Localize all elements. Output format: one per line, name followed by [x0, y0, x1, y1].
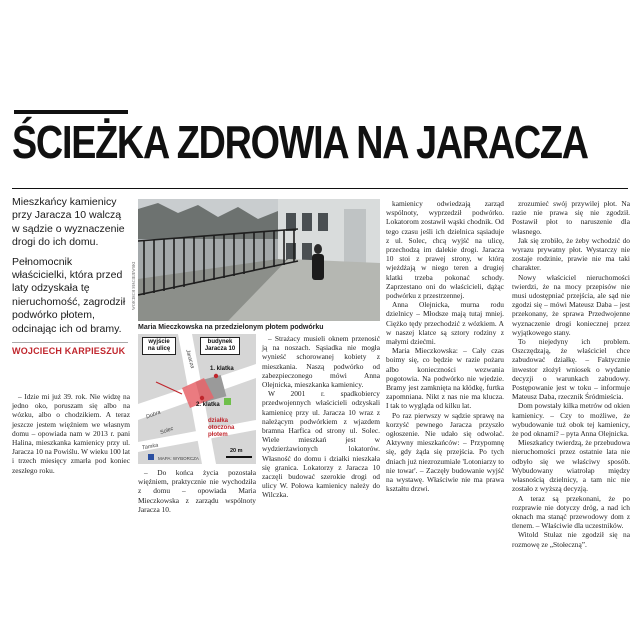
lead-paragraph-2: Pełnomocnik właścicielki, która przed la… — [12, 255, 126, 335]
photo-caption: Maria Mieczkowska na przedzielonym płote… — [138, 324, 324, 331]
photo-credit: WOJCIECH MACIEJEWSKI — [131, 261, 136, 310]
body-paragraph: Maria Mieczkowska: – Cały czas boimy się… — [386, 346, 504, 411]
article-photo — [138, 199, 380, 321]
article-headline: ŚCIEŻKA ZDROWIA NA JARACZA — [12, 116, 589, 168]
courtyard-photo-illustration — [138, 199, 380, 321]
body-column-5: zrozumieć swój przywilej płot. Na razie … — [512, 199, 630, 549]
location-map: wyjście na ulicę budynek Jaracza 10 1. k… — [138, 334, 256, 464]
body-paragraph: zrozumieć swój przywilej płot. Na razie … — [512, 199, 630, 236]
body-paragraph: Po raz pierwszy w sądzie sprawę na korzy… — [386, 410, 504, 494]
body-paragraph: Witold Stułaz nie zgodził się na rozmowę… — [512, 530, 630, 549]
headline-top-rule — [14, 110, 128, 114]
map-stair-2: 2. klatka — [196, 402, 220, 408]
body-column-2: – Do końca życia pozostała więźniem, pra… — [138, 468, 256, 514]
body-paragraph: W 2001 r. spadkobiercy przedwojennych wł… — [262, 389, 380, 500]
headline-rule — [12, 188, 628, 189]
article-lead: Mieszkańcy kamienicy przy Jaracza 10 wal… — [12, 196, 128, 356]
body-paragraph: Nowy właściciel nieruchomości twierdzi, … — [512, 272, 630, 337]
map-building-label: budynek Jaracza 10 — [200, 337, 240, 355]
body-paragraph: – Strażacy musieli oknem przenosić ją na… — [262, 334, 380, 390]
body-paragraph: Anna Olejnicka, murna rodu dzielnicy – M… — [386, 300, 504, 347]
author-rule — [12, 342, 128, 344]
body-paragraph: kamienicy odwiedzają zarząd wspólnoty, w… — [386, 199, 504, 301]
body-column-1: – Idzie mi już 39. rok. Nie widzę na jed… — [12, 392, 130, 475]
body-column-3: – Strażacy musieli oknem przenosić ją na… — [262, 334, 380, 500]
map-credit: MAPA: WYBORCZA — [158, 456, 199, 461]
map-entrance-label: wyjście na ulicę — [142, 337, 176, 355]
body-paragraph: – Do końca życia pozostała więźniem, pra… — [138, 468, 256, 514]
body-paragraph: Mieszkańcy twierdzą, że przebudowa nieru… — [512, 438, 630, 494]
body-paragraph: A teraz są przekonani, że po rozprawie n… — [512, 493, 630, 531]
author-byline: WOJCIECH KARPIESZUK — [12, 346, 126, 357]
lead-paragraph-1: Mieszkańcy kamienicy przy Jaracza 10 wal… — [12, 196, 125, 249]
body-paragraph: To niejedyny ich problem. Oszczędzają, ż… — [512, 337, 630, 402]
map-stair-1: 1. klatka — [210, 366, 234, 372]
body-paragraph: – Idzie mi już 39. rok. Nie widzę na jed… — [12, 392, 130, 475]
body-paragraph: Dom powstały kilka metrów od okien kamie… — [512, 401, 630, 439]
body-column-4: kamienicy odwiedzają zarząd wspólnoty, w… — [386, 199, 504, 494]
body-paragraph: Jak się zrobiło, że żeby wchodzić do wyr… — [512, 235, 630, 273]
map-scale-label: 20 m — [230, 448, 243, 454]
map-plot-label: działka otoczona płotem — [208, 418, 235, 438]
